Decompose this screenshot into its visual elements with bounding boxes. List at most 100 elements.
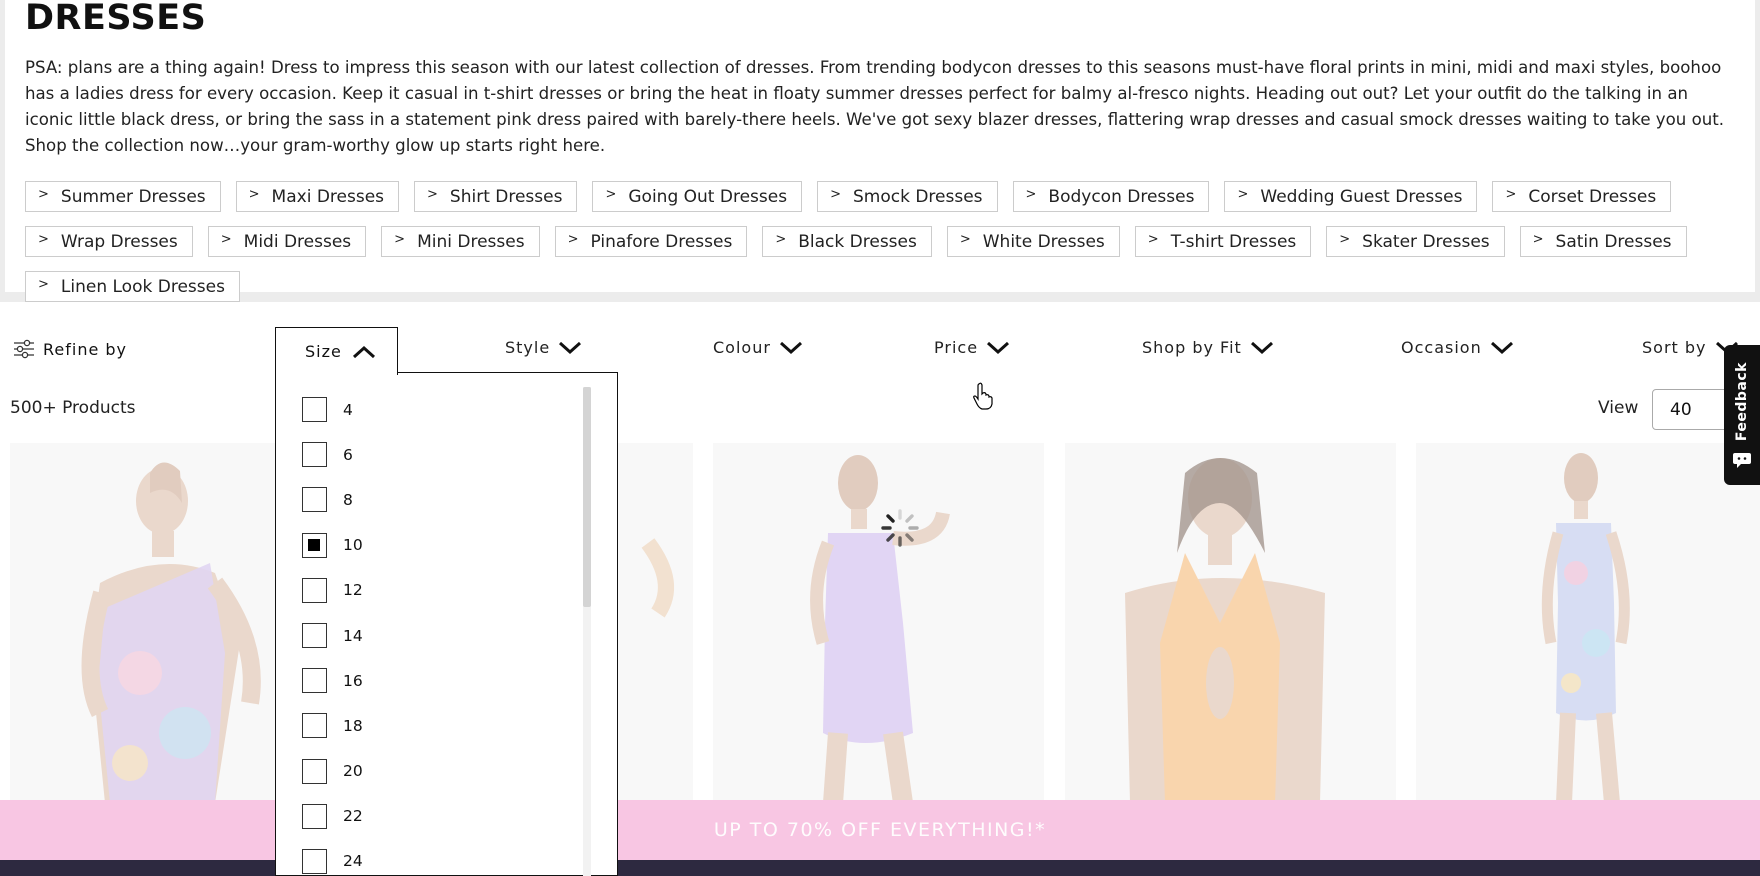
category-chip[interactable]: > Summer Dresses — [25, 181, 221, 212]
size-option[interactable]: 24 — [302, 839, 363, 876]
size-option[interactable]: 10 — [302, 523, 363, 568]
page-title: DRESSES — [25, 0, 207, 38]
product-image — [1416, 443, 1760, 803]
feedback-tab[interactable]: Feedback — [1724, 345, 1760, 485]
category-chip[interactable]: > White Dresses — [946, 226, 1120, 257]
size-filter-button[interactable]: Size — [275, 327, 398, 375]
size-checkbox[interactable] — [302, 577, 327, 603]
size-option-label: 12 — [343, 581, 363, 600]
product-grid — [10, 443, 1760, 803]
category-chip-label: White Dresses — [982, 231, 1105, 252]
size-checkbox[interactable] — [302, 532, 327, 558]
chevron-right-icon: > — [1505, 187, 1517, 202]
chevron-right-icon: > — [427, 187, 438, 202]
size-checkbox[interactable] — [302, 668, 327, 694]
view-label: View — [1598, 398, 1639, 418]
category-chip[interactable]: > Black Dresses — [762, 226, 932, 257]
page-edge-right — [1755, 0, 1760, 300]
scrollbar-thumb[interactable] — [583, 387, 591, 607]
category-chip[interactable]: > Linen Look Dresses — [25, 271, 240, 302]
chevron-right-icon: > — [775, 232, 787, 247]
category-chip[interactable]: > Going Out Dresses — [592, 181, 803, 212]
chevron-right-icon: > — [830, 187, 841, 202]
size-checkbox[interactable] — [302, 442, 327, 468]
hand-cursor-icon — [973, 382, 993, 410]
refine-by-label: Refine by — [43, 339, 128, 359]
category-chip[interactable]: > Corset Dresses — [1492, 181, 1672, 212]
size-checkbox[interactable] — [302, 713, 327, 739]
category-chip[interactable]: > Shirt Dresses — [414, 181, 578, 212]
price-filter-button[interactable]: Price — [934, 338, 1010, 357]
size-option-label: 8 — [343, 490, 353, 509]
category-chip[interactable]: > Wedding Guest Dresses — [1224, 181, 1478, 212]
category-chip[interactable]: > Pinafore Dresses — [554, 226, 748, 257]
sliders-icon — [14, 339, 34, 359]
style-filter-button[interactable]: Style — [505, 338, 582, 357]
category-chip-label: T-shirt Dresses — [1170, 231, 1297, 252]
refine-by-button[interactable]: Refine by — [13, 338, 127, 360]
size-option[interactable]: 16 — [302, 658, 363, 703]
bottom-bar — [0, 860, 1760, 876]
size-option[interactable]: 20 — [302, 749, 363, 794]
size-option-label: 10 — [343, 536, 363, 555]
product-card[interactable] — [1416, 443, 1760, 803]
category-chip[interactable]: > T-shirt Dresses — [1134, 226, 1312, 257]
chevron-right-icon: > — [38, 277, 49, 292]
chevron-right-icon: > — [567, 232, 579, 247]
size-checkbox[interactable] — [302, 848, 327, 874]
category-chip-label: Linen Look Dresses — [60, 276, 225, 297]
size-option-label: 24 — [343, 852, 363, 871]
category-chip-label: Pinafore Dresses — [590, 231, 733, 252]
category-chip[interactable]: > Maxi Dresses — [235, 181, 400, 212]
category-chip[interactable]: > Skater Dresses — [1326, 226, 1505, 257]
occasion-filter-button[interactable]: Occasion — [1401, 338, 1514, 357]
chevron-down-icon — [779, 341, 802, 354]
category-chip[interactable]: > Bodycon Dresses — [1012, 181, 1210, 212]
size-option-label: 16 — [343, 671, 363, 690]
fit-filter-label: Shop by Fit — [1142, 338, 1242, 357]
fit-filter-button[interactable]: Shop by Fit — [1142, 338, 1274, 357]
chevron-right-icon: > — [220, 232, 232, 247]
promo-text: UP TO 70% OFF EVERYTHING!* — [713, 819, 1047, 841]
colour-filter-button[interactable]: Colour — [713, 338, 803, 357]
size-checkbox[interactable] — [302, 623, 327, 649]
size-checkbox[interactable] — [302, 487, 327, 513]
category-chip-label: Satin Dresses — [1555, 231, 1672, 252]
size-option[interactable]: 14 — [302, 613, 363, 658]
loading-spinner-icon — [881, 509, 919, 547]
chevron-down-icon — [987, 341, 1010, 354]
category-chip-label: Wedding Guest Dresses — [1260, 186, 1463, 207]
size-dropdown-scrollbar[interactable] — [583, 387, 591, 876]
chevron-up-icon — [352, 345, 375, 358]
size-checkbox[interactable] — [302, 758, 327, 784]
chevron-right-icon: > — [1237, 187, 1249, 202]
size-option[interactable]: 22 — [302, 794, 363, 839]
size-option[interactable]: 18 — [302, 703, 363, 748]
product-card[interactable] — [713, 443, 1044, 803]
product-card[interactable] — [1065, 443, 1396, 803]
category-description: PSA: plans are a thing again! Dress to i… — [25, 58, 1725, 155]
category-chip[interactable]: > Mini Dresses — [381, 226, 540, 257]
product-image — [1065, 443, 1396, 803]
size-option-label: 20 — [343, 762, 363, 781]
category-chip-label: Going Out Dresses — [628, 186, 788, 207]
promo-banner[interactable]: UP TO 70% OFF EVERYTHING!* — [0, 800, 1760, 860]
size-option[interactable]: 6 — [302, 432, 363, 477]
size-option[interactable]: 8 — [302, 477, 363, 522]
category-chip[interactable]: > Wrap Dresses — [25, 226, 193, 257]
chevron-right-icon: > — [1147, 232, 1159, 247]
category-chip[interactable]: > Satin Dresses — [1519, 226, 1687, 257]
category-chip-label: Summer Dresses — [60, 186, 206, 207]
chevron-right-icon: > — [605, 187, 617, 202]
size-option[interactable]: 4 — [302, 387, 363, 432]
chevron-down-icon — [559, 341, 582, 354]
size-option[interactable]: 12 — [302, 568, 363, 613]
chevron-right-icon: > — [1025, 187, 1037, 202]
chevron-down-icon — [1490, 341, 1513, 354]
size-checkbox[interactable] — [302, 803, 327, 829]
category-chip[interactable]: > Smock Dresses — [817, 181, 998, 212]
size-checkbox[interactable] — [302, 397, 327, 423]
chevron-down-icon — [1250, 341, 1273, 354]
category-chip[interactable]: > Midi Dresses — [207, 226, 367, 257]
category-chip-label: Smock Dresses — [852, 186, 983, 207]
